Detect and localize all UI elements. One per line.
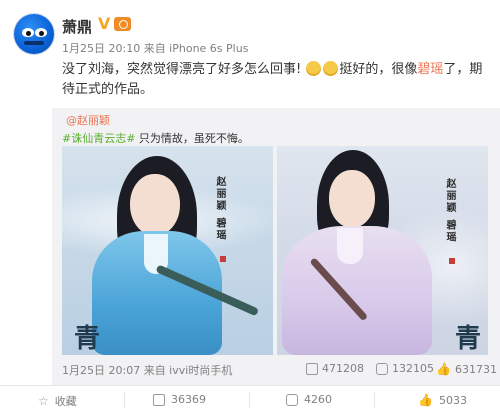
avatar-eye-icon: [35, 28, 47, 37]
repost-comments[interactable]: 132105: [376, 362, 434, 375]
calligraphy-text: 赵丽颖 碧瑶: [444, 178, 455, 244]
repost-count: 36369: [171, 393, 206, 406]
comment-count: 4260: [304, 393, 332, 406]
like-count: 5033: [438, 393, 467, 407]
repost-user-link[interactable]: @赵丽颖: [66, 112, 110, 128]
post-meta: 1月25日 20:10 来自 iPhone 6s Plus: [62, 42, 249, 55]
avatar-mouth-icon: [24, 41, 44, 45]
repost-reposts[interactable]: 471208: [306, 362, 364, 375]
author-name[interactable]: 萧鼎: [62, 16, 92, 37]
divider: [374, 392, 375, 408]
corner-character: 青: [74, 324, 101, 354]
thumbs-up-icon: 👍: [418, 393, 433, 407]
level-badge-icon[interactable]: [114, 17, 131, 31]
comment-icon: [286, 393, 298, 406]
repost-comments-count: 132105: [392, 362, 434, 375]
repost-image-2[interactable]: 赵丽颖 碧瑶 青: [277, 146, 488, 355]
seal-stamp-icon: [449, 258, 455, 264]
topic-tag-link[interactable]: #诛仙青云志#: [62, 132, 135, 145]
favorite-button[interactable]: ☆ 收藏: [38, 393, 77, 409]
comment-button[interactable]: 4260: [286, 393, 332, 406]
post-text: 没了刘海，突然觉得漂亮了好多怎么回事! 挺好的，很像碧瑶了，期待正式的作品。: [62, 60, 487, 100]
calligraphy-text: 赵丽颖 碧瑶: [214, 176, 225, 242]
repost-text: #诛仙青云志# 只为情故，虽死不悔。: [62, 130, 249, 146]
repost-meta: 1月25日 20:07 来自 ivvi时尚手机: [62, 364, 233, 377]
share-icon: [153, 393, 165, 406]
repost-button[interactable]: 36369: [153, 393, 206, 406]
share-icon: [306, 362, 318, 375]
corner-character: 青: [455, 324, 482, 354]
favorite-label: 收藏: [54, 395, 77, 408]
comment-icon: [376, 362, 388, 375]
repost-likes[interactable]: 👍 631731: [436, 362, 497, 376]
thumbs-up-icon: 👍: [436, 362, 451, 376]
grin-emoji-icon: [306, 61, 322, 76]
post-text-part2: 挺好的，很像: [339, 62, 418, 77]
shy-emoji-icon: [323, 61, 339, 76]
star-icon: ☆: [38, 394, 49, 408]
post-text-part1: 没了刘海，突然觉得漂亮了好多怎么回事!: [62, 62, 306, 77]
seal-stamp-icon: [220, 256, 226, 262]
verified-v-icon: V: [98, 14, 111, 33]
repost-likes-count: 631731: [454, 362, 497, 376]
like-button[interactable]: 👍 5033: [418, 393, 467, 407]
divider: [124, 392, 125, 408]
repost-image-1[interactable]: 赵丽颖 碧瑶 青: [62, 146, 273, 355]
avatar[interactable]: [14, 14, 54, 54]
highlight-link[interactable]: 碧瑶: [417, 62, 443, 77]
avatar-eye-icon: [22, 28, 34, 37]
repost-reposts-count: 471208: [322, 362, 364, 375]
divider: [249, 392, 250, 408]
repost-caption: 只为情故，虽死不悔。: [135, 132, 249, 145]
